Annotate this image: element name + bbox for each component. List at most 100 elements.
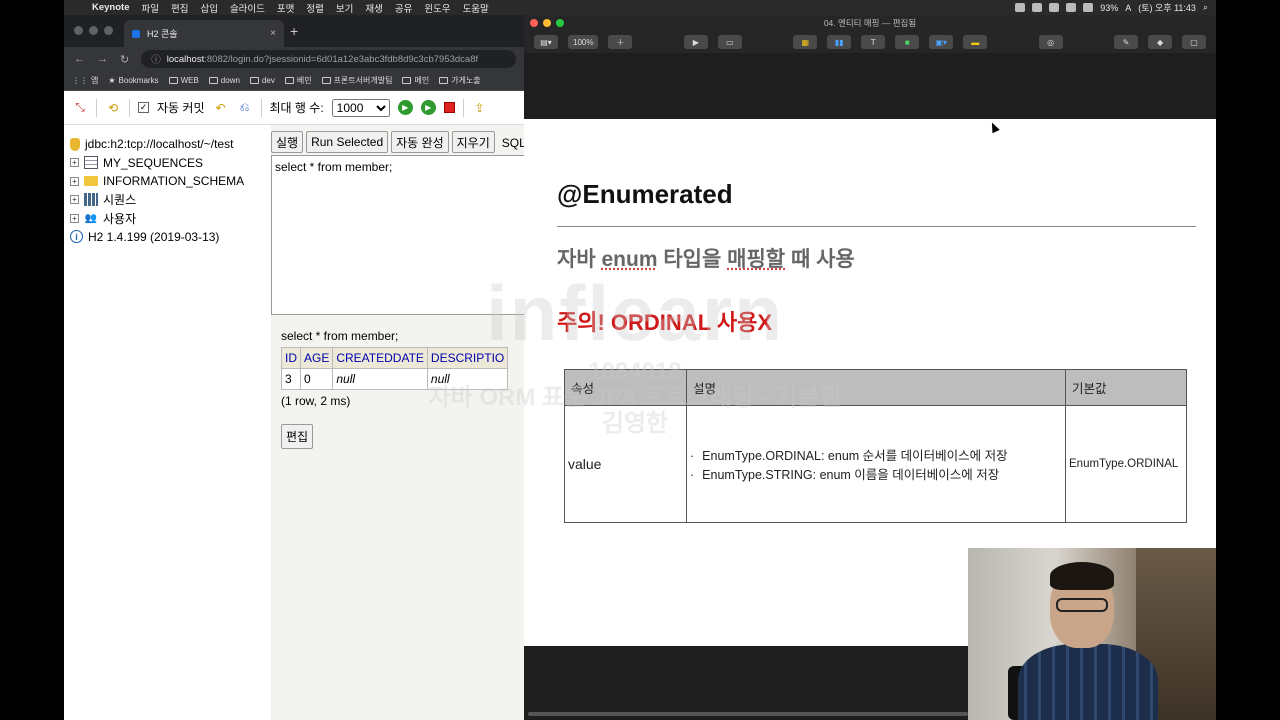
sql-editor[interactable]: select * from member; bbox=[271, 155, 526, 315]
table-cell: null bbox=[426, 368, 509, 390]
expand-icon[interactable]: + bbox=[70, 176, 79, 186]
edit-button[interactable]: 편집 bbox=[281, 424, 314, 449]
slide-warning[interactable]: 주의! ORDINAL 사용X bbox=[557, 305, 772, 337]
keynote-live-button[interactable]: ▭ bbox=[717, 35, 742, 49]
window-controls bbox=[530, 19, 564, 27]
column-header[interactable]: ID bbox=[281, 347, 301, 369]
slide-subtitle[interactable]: 자바 enum 타입을 매핑할 때 사용 bbox=[557, 243, 855, 273]
forward-icon[interactable]: → bbox=[97, 53, 108, 65]
menu-window[interactable]: 윈도우 bbox=[418, 1, 456, 15]
zoom-window-button[interactable] bbox=[556, 19, 564, 27]
wifi-icon[interactable] bbox=[1066, 3, 1077, 12]
tree-connection[interactable]: jdbc:h2:tcp://localhost/~/test bbox=[70, 135, 271, 154]
add-slide-button[interactable]: ＋ bbox=[608, 35, 633, 49]
tree-item-label: INFORMATION_SCHEMA bbox=[103, 174, 245, 189]
column-header[interactable]: CREATEDDATE bbox=[332, 347, 428, 369]
status-icon[interactable] bbox=[1015, 3, 1026, 12]
run-button[interactable]: 실행 bbox=[271, 131, 304, 153]
tree-item-my-sequences[interactable]: + MY_SEQUENCES bbox=[70, 154, 271, 173]
commit-icon[interactable]: ⎌ bbox=[237, 100, 253, 116]
auto-commit-checkbox[interactable]: ✓ bbox=[138, 102, 149, 113]
menu-keynote[interactable]: Keynote bbox=[86, 2, 135, 13]
toolbar-separator bbox=[129, 98, 130, 117]
menu-share[interactable]: 공유 bbox=[389, 1, 418, 15]
document-icon[interactable]: ▢ bbox=[1182, 35, 1207, 49]
close-tab-icon[interactable]: × bbox=[270, 28, 276, 39]
expand-icon[interactable]: + bbox=[70, 195, 79, 205]
table-row: 3 0 null null bbox=[281, 368, 509, 390]
bookmark-apps[interactable]: ⋮⋮ 앱 bbox=[72, 75, 98, 86]
tree-item-users[interactable]: + 👥 사용자 bbox=[70, 209, 271, 228]
rollback-icon[interactable]: ↶ bbox=[213, 100, 229, 116]
menu-file[interactable]: 파일 bbox=[135, 1, 164, 15]
search-icon[interactable]: ⌕ bbox=[1203, 2, 1208, 13]
table-icon[interactable]: ▦ bbox=[793, 35, 818, 49]
max-rows-select[interactable]: 1000 bbox=[331, 98, 390, 117]
tree-item-information-schema[interactable]: + INFORMATION_SCHEMA bbox=[70, 172, 271, 191]
slide-title[interactable]: @Enumerated bbox=[557, 179, 733, 210]
play-button[interactable]: ▶ bbox=[683, 35, 708, 49]
bookmark-folder[interactable]: 가게노출 bbox=[439, 75, 481, 86]
url-input[interactable]: ⓘ localhost:8082/login.do?jsessionid=6d0… bbox=[141, 50, 516, 68]
menu-help[interactable]: 도움말 bbox=[457, 1, 495, 15]
info-icon[interactable]: ⓘ bbox=[151, 52, 161, 66]
disconnect-icon[interactable]: ⤡ bbox=[72, 100, 88, 116]
comment-icon[interactable]: ▬ bbox=[963, 35, 988, 49]
menu-view[interactable]: 보기 bbox=[330, 1, 359, 15]
run-selected-button[interactable]: Run Selected bbox=[306, 131, 389, 153]
expand-icon[interactable]: + bbox=[70, 213, 79, 223]
refresh-icon[interactable]: ⟲ bbox=[105, 100, 121, 116]
run-selected-icon[interactable]: ▶ bbox=[420, 100, 436, 115]
close-window-button[interactable] bbox=[530, 19, 538, 27]
chart-icon[interactable]: ▮▮ bbox=[827, 35, 852, 49]
close-window-button[interactable] bbox=[74, 26, 83, 35]
menu-insert[interactable]: 삽입 bbox=[194, 1, 223, 15]
reload-icon[interactable]: ↻ bbox=[120, 53, 129, 66]
view-button[interactable]: ▤▾ bbox=[534, 35, 558, 49]
volume-icon[interactable] bbox=[1083, 3, 1094, 12]
slide-table[interactable]: 속성 설명 기본값 value EnumType.ORDINAL: enum 순… bbox=[564, 369, 1187, 523]
media-icon[interactable]: ▣▾ bbox=[929, 35, 954, 49]
menu-arrange[interactable]: 정렬 bbox=[300, 1, 329, 15]
menu-edit[interactable]: 편집 bbox=[165, 1, 194, 15]
zoom-window-button[interactable] bbox=[104, 26, 113, 35]
stop-icon[interactable] bbox=[443, 102, 455, 113]
expand-icon[interactable]: + bbox=[70, 158, 79, 168]
menu-slide[interactable]: 슬라이드 bbox=[224, 1, 271, 15]
animate-icon[interactable]: ◆ bbox=[1148, 35, 1173, 49]
input-method[interactable]: A bbox=[1125, 3, 1131, 13]
zoom-select[interactable]: 100% bbox=[568, 35, 599, 49]
run-icon[interactable]: ▶ bbox=[397, 100, 413, 115]
info-icon: i bbox=[70, 230, 83, 244]
column-header[interactable]: DESCRIPTIO bbox=[426, 347, 509, 369]
minimize-window-button[interactable] bbox=[89, 26, 98, 35]
column-header[interactable]: AGE bbox=[299, 347, 334, 369]
back-icon[interactable]: ← bbox=[74, 53, 85, 65]
status-icon[interactable] bbox=[1049, 3, 1060, 12]
clear-button[interactable]: 지우기 bbox=[451, 131, 495, 153]
minimize-window-button[interactable] bbox=[543, 19, 551, 27]
browser-tab-h2[interactable]: H2 콘솔 × bbox=[124, 20, 284, 47]
bookmark-folder[interactable]: 메인 bbox=[402, 75, 429, 86]
shape-icon[interactable]: ■ bbox=[895, 35, 920, 49]
battery-percent[interactable]: 93% bbox=[1100, 3, 1118, 13]
bookmark-folder[interactable]: WEB bbox=[168, 76, 199, 85]
auto-complete-button[interactable]: 자동 완성 bbox=[391, 131, 449, 153]
collaborate-icon[interactable]: ◎ bbox=[1038, 35, 1063, 49]
history-icon[interactable]: ⇪ bbox=[472, 100, 488, 116]
bookmark-bookmarks[interactable]: ★ Bookmarks bbox=[108, 76, 158, 85]
bookmark-folder[interactable]: 베민 bbox=[284, 75, 312, 86]
slide-table-header: 속성 설명 기본값 bbox=[564, 369, 1187, 406]
tree-item-sequences[interactable]: + 시퀀스 bbox=[70, 191, 271, 210]
menu-format[interactable]: 포맷 bbox=[271, 1, 300, 15]
status-icon[interactable] bbox=[1032, 3, 1043, 12]
bookmark-folder[interactable]: dev bbox=[249, 76, 275, 85]
new-tab-button[interactable]: + bbox=[290, 23, 298, 39]
bookmark-folder[interactable]: down bbox=[208, 76, 240, 85]
clock[interactable]: (토) 오후 11:43 bbox=[1138, 1, 1196, 14]
bookmark-folder[interactable]: 프론트서버개발팀 bbox=[321, 75, 392, 86]
format-icon[interactable]: ✎ bbox=[1114, 35, 1139, 49]
text-icon[interactable]: T bbox=[861, 35, 886, 49]
horizontal-scrollbar[interactable] bbox=[528, 712, 968, 716]
menu-play[interactable]: 재생 bbox=[359, 1, 388, 15]
